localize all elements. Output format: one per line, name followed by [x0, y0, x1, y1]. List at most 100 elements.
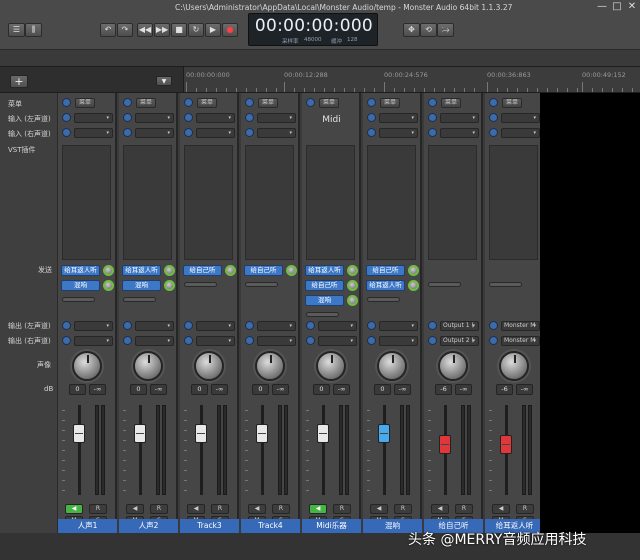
send-slider[interactable] [489, 282, 522, 287]
output-right-select[interactable]: Monster M ▾ [501, 336, 540, 346]
track-name[interactable]: 人声1 [58, 519, 117, 533]
play-button[interactable]: ▶ [205, 23, 221, 37]
record-button[interactable]: ● [222, 23, 238, 37]
send-level-knob[interactable] [103, 280, 114, 291]
input-left-select[interactable]: ▾ [379, 113, 418, 123]
output-left-icon[interactable] [428, 321, 437, 330]
output-left-select[interactable]: ▾ [257, 321, 296, 331]
power-icon[interactable] [367, 98, 376, 107]
input-right-select[interactable]: ▾ [196, 128, 235, 138]
send-slider[interactable] [306, 312, 339, 317]
input-right-icon[interactable] [123, 128, 132, 137]
send-slider[interactable] [245, 282, 278, 287]
input-right-icon[interactable] [245, 128, 254, 137]
snap-tool-icon[interactable]: ⧴ [437, 23, 454, 37]
vst-plugin-area[interactable] [489, 145, 538, 260]
menu-button[interactable]: 菜单 [136, 98, 156, 108]
input-right-select[interactable]: ▾ [74, 128, 113, 138]
rewind-button[interactable]: ◀◀ [137, 23, 153, 37]
send-level-knob[interactable] [286, 265, 297, 276]
pan-knob[interactable] [72, 351, 102, 381]
menu-button[interactable]: 菜单 [197, 98, 217, 108]
send-slider[interactable] [62, 297, 95, 302]
output-left-icon[interactable] [62, 321, 71, 330]
input-left-icon[interactable] [489, 113, 498, 122]
input-right-select[interactable]: ▾ [501, 128, 540, 138]
pan-knob[interactable] [499, 351, 529, 381]
send-button[interactable]: 混响 [305, 295, 344, 306]
send-button[interactable]: 给自己听 [244, 265, 283, 276]
volume-db-display[interactable]: 0 [130, 384, 147, 395]
volume-fader[interactable] [439, 435, 451, 454]
redo-icon[interactable]: ↷ [117, 23, 133, 37]
maximize-button[interactable]: □ [611, 1, 623, 12]
send-button[interactable]: 混响 [61, 280, 100, 291]
volume-fader[interactable] [73, 424, 85, 443]
send-button[interactable]: 给自己听 [183, 265, 222, 276]
input-left-select[interactable]: ▾ [135, 113, 174, 123]
output-right-select[interactable]: ▾ [196, 336, 235, 346]
power-icon[interactable] [306, 98, 315, 107]
read-button[interactable]: R [150, 504, 168, 514]
output-right-icon[interactable] [428, 336, 437, 345]
monitor-button[interactable]: ◀ [431, 504, 449, 514]
volume-db-display[interactable]: -6 [435, 384, 452, 395]
output-right-select[interactable]: ▾ [379, 336, 418, 346]
read-button[interactable]: R [516, 504, 534, 514]
monitor-button[interactable]: ◀ [309, 504, 327, 514]
volume-fader[interactable] [195, 424, 207, 443]
send-button[interactable]: 给耳返人听 [305, 265, 344, 276]
input-left-icon[interactable] [62, 113, 71, 122]
stop-button[interactable]: ■ [171, 23, 187, 37]
send-level-knob[interactable] [164, 265, 175, 276]
power-icon[interactable] [123, 98, 132, 107]
vst-plugin-area[interactable] [367, 145, 416, 260]
send-button[interactable]: 给自己听 [366, 265, 405, 276]
send-button[interactable]: 给耳返人听 [61, 265, 100, 276]
volume-db-display[interactable]: 0 [69, 384, 86, 395]
monitor-button[interactable]: ◀ [492, 504, 510, 514]
volume-db-display[interactable]: 0 [313, 384, 330, 395]
input-left-select[interactable]: ▾ [196, 113, 235, 123]
output-left-select[interactable]: ▾ [135, 321, 174, 331]
menu-button[interactable]: 菜单 [380, 98, 400, 108]
undo-icon[interactable]: ↶ [100, 23, 116, 37]
read-button[interactable]: R [333, 504, 351, 514]
volume-db-display[interactable]: 0 [191, 384, 208, 395]
power-icon[interactable] [489, 98, 498, 107]
input-right-icon[interactable] [489, 128, 498, 137]
output-left-select[interactable]: ▾ [379, 321, 418, 331]
send-level-knob[interactable] [408, 265, 419, 276]
minimize-button[interactable]: — [596, 1, 608, 12]
input-left-select[interactable]: ▾ [257, 113, 296, 123]
send-slider[interactable] [184, 282, 217, 287]
monitor-button[interactable]: ◀ [248, 504, 266, 514]
volume-fader[interactable] [500, 435, 512, 454]
send-level-knob[interactable] [347, 265, 358, 276]
output-right-select[interactable]: ▾ [257, 336, 296, 346]
send-level-knob[interactable] [225, 265, 236, 276]
menu-button[interactable]: 菜单 [502, 98, 522, 108]
fast-forward-button[interactable]: ▶▶ [154, 23, 170, 37]
track-name[interactable]: 人声2 [119, 519, 178, 533]
send-level-knob[interactable] [408, 280, 419, 291]
send-level-knob[interactable] [347, 295, 358, 306]
add-track-button[interactable]: + [10, 75, 28, 88]
power-icon[interactable] [428, 98, 437, 107]
menu-button[interactable]: 菜单 [75, 98, 95, 108]
output-right-icon[interactable] [306, 336, 315, 345]
power-icon[interactable] [245, 98, 254, 107]
input-left-icon[interactable] [184, 113, 193, 122]
vst-plugin-area[interactable] [184, 145, 233, 260]
output-right-select[interactable]: ▾ [318, 336, 357, 346]
monitor-button[interactable]: ◀ [370, 504, 388, 514]
output-left-icon[interactable] [123, 321, 132, 330]
send-slider[interactable] [367, 297, 400, 302]
input-right-select[interactable]: ▾ [379, 128, 418, 138]
volume-fader[interactable] [256, 424, 268, 443]
output-left-select[interactable]: Output 1 (▾ [440, 321, 479, 331]
track-menu-button[interactable]: ▼ [156, 76, 172, 86]
read-button[interactable]: R [455, 504, 473, 514]
pan-knob[interactable] [438, 351, 468, 381]
monitor-button[interactable]: ◀ [126, 504, 144, 514]
